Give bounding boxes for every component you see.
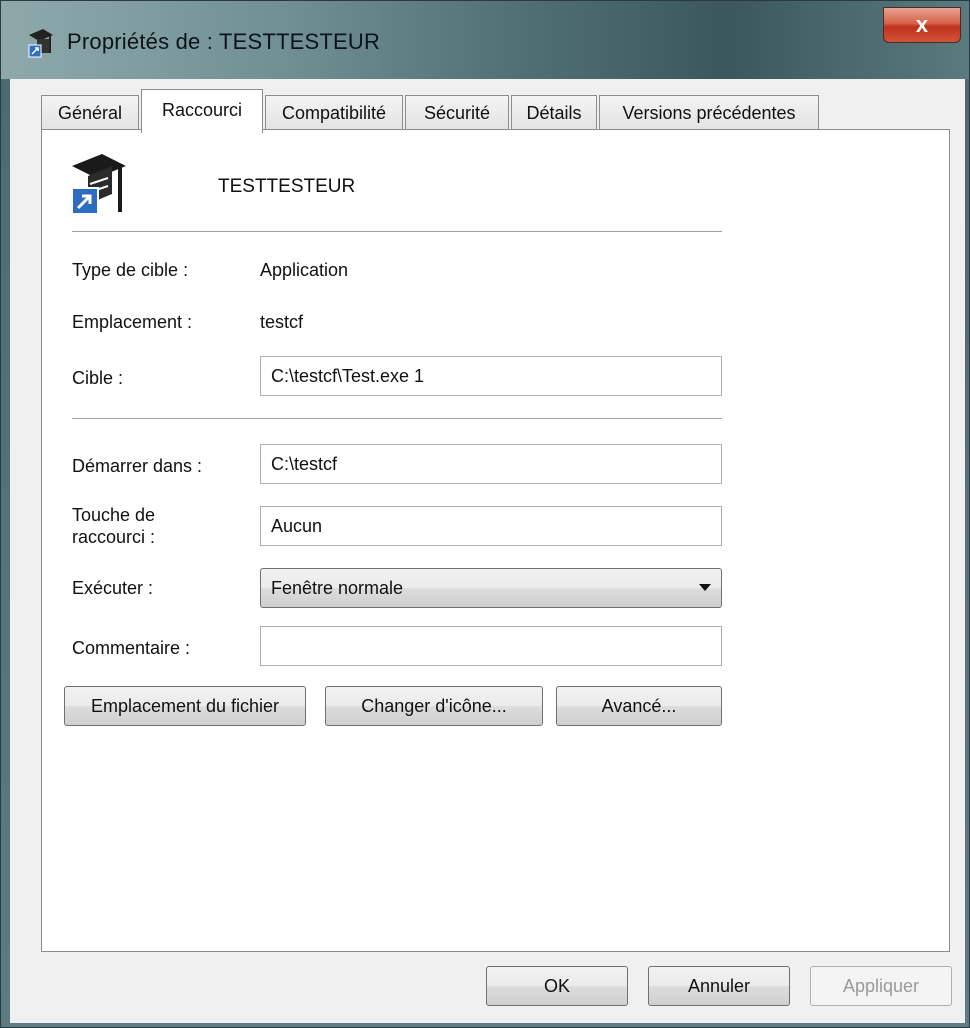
chevron-down-icon [699, 584, 711, 591]
target-type-value: Application [260, 260, 349, 280]
start-in-label: Démarrer dans : [72, 456, 203, 476]
hotkey-label-line2: raccourci : [72, 527, 156, 547]
window-title: Propriétés de : TESTTESTEUR [67, 29, 381, 54]
target-field[interactable]: C:\testcf\Test.exe 1 [260, 356, 722, 396]
tab-compatibility[interactable]: Compatibilité [265, 95, 403, 131]
shortcut-name: TESTTESTEUR [218, 176, 356, 197]
run-label: Exécuter : [72, 578, 154, 598]
close-icon: x [915, 12, 929, 37]
separator [72, 231, 722, 233]
properties-window: Propriétés de : TESTTESTEUR x Général Ra… [0, 0, 970, 1028]
hotkey-field[interactable]: Aucun [260, 506, 722, 546]
change-icon-button[interactable]: Changer d'icône... [325, 686, 543, 726]
location-value: testcf [260, 312, 304, 332]
dialog-body: Général Raccourci Compatibilité Sécurité… [10, 79, 965, 1023]
comment-label: Commentaire : [72, 638, 191, 658]
open-file-location-button[interactable]: Emplacement du fichier [64, 686, 306, 726]
shortcut-app-icon [28, 29, 53, 58]
tab-general[interactable]: Général [41, 95, 139, 131]
location-label: Emplacement : [72, 312, 193, 332]
comment-field[interactable] [260, 626, 722, 666]
target-type-label: Type de cible : [72, 260, 189, 280]
hotkey-label-line1: Touche de [72, 505, 156, 525]
cancel-button[interactable]: Annuler [648, 966, 790, 1006]
run-select[interactable]: Fenêtre normale [260, 568, 722, 608]
ok-button[interactable]: OK [486, 966, 628, 1006]
separator [72, 418, 722, 420]
tab-details[interactable]: Détails [511, 95, 597, 131]
close-button[interactable]: x [883, 7, 961, 43]
graduation-cap-shortcut-icon [71, 154, 126, 215]
hotkey-label: Touche de raccourci : [72, 504, 155, 548]
target-label: Cible : [72, 368, 124, 388]
title-bar[interactable]: Propriétés de : TESTTESTEUR x [1, 1, 969, 79]
tab-shortcut[interactable]: Raccourci [141, 89, 263, 133]
apply-button[interactable]: Appliquer [810, 966, 952, 1006]
run-select-value: Fenêtre normale [271, 578, 404, 598]
tab-previous-versions[interactable]: Versions précédentes [599, 95, 819, 131]
start-in-field[interactable]: C:\testcf [260, 444, 722, 484]
tab-security[interactable]: Sécurité [405, 95, 509, 131]
advanced-button[interactable]: Avancé... [556, 686, 722, 726]
shortcut-panel: TESTTESTEUR Type de cible : Application … [41, 129, 950, 952]
